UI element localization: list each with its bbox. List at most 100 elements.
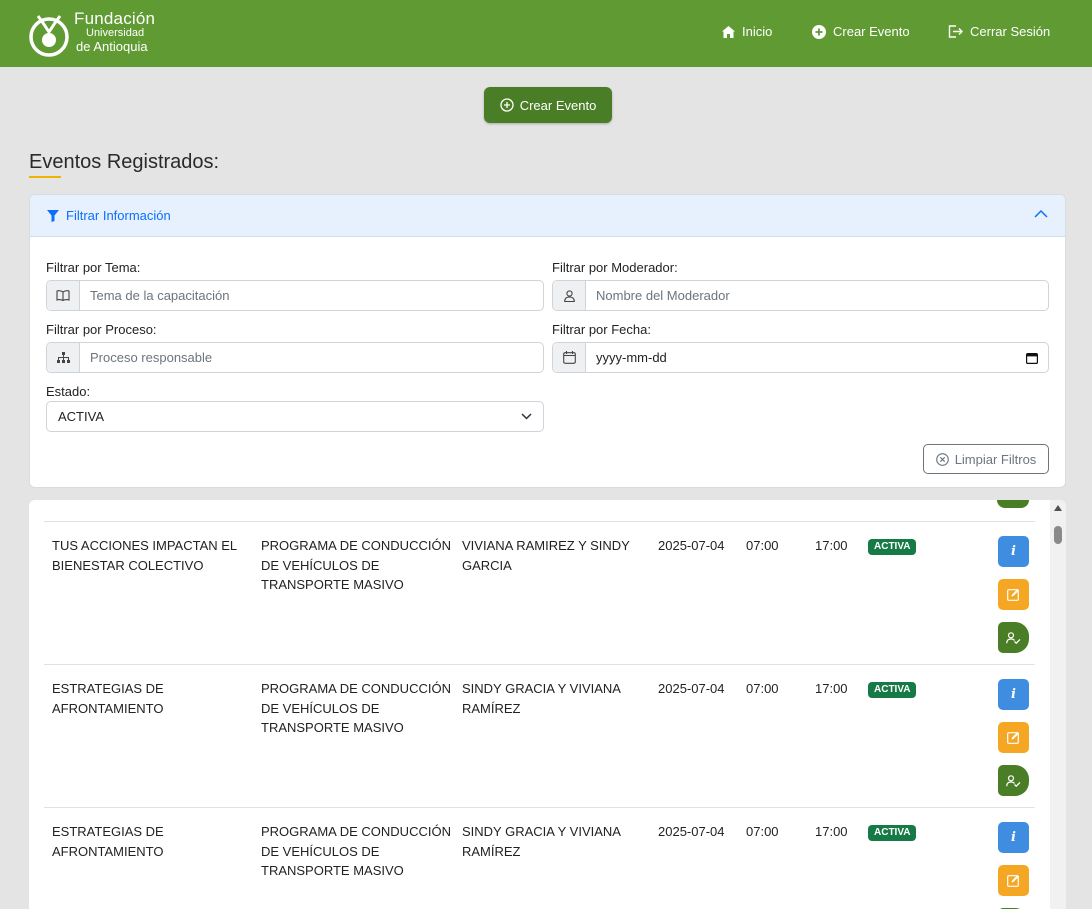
nav-inicio-link[interactable]: Inicio: [722, 24, 772, 39]
nav-cerrar-sesion-link[interactable]: Cerrar Sesión: [948, 24, 1050, 39]
cell-fecha: 2025-07-04: [658, 681, 725, 696]
logo-line-3: de Antioquia: [76, 39, 148, 54]
nav-crear-evento-label: Crear Evento: [833, 24, 910, 39]
cell-fecha: 2025-07-04: [658, 538, 725, 553]
calendar-icon[interactable]: [1026, 352, 1038, 364]
limpiar-filtros-label: Limpiar Filtros: [954, 451, 1037, 467]
table-row: ESTRATEGIAS DE AFRONTAMIENTO PROGRAMA DE…: [44, 807, 1035, 909]
fecha-value: yyyy-mm-dd: [596, 350, 667, 365]
scroll-thumb[interactable]: [1054, 526, 1062, 544]
nav-inicio-label: Inicio: [742, 24, 773, 39]
moderador-input-group: [552, 280, 1049, 311]
cell-moderador: SINDY GRACIA Y VIVIANA RAMÍREZ: [462, 681, 621, 716]
edit-icon: [1007, 732, 1019, 744]
tema-label: Filtrar por Tema:: [46, 260, 141, 275]
filter-icon: [47, 209, 59, 222]
cell-hora-fin: 17:00: [815, 824, 848, 839]
cell-moderador: VIVIANA RAMIREZ Y SINDY GARCIA: [462, 538, 630, 573]
crear-evento-button[interactable]: Crear Evento: [484, 87, 612, 123]
plus-circle-icon: [500, 98, 514, 112]
cell-moderador: SINDY GRACIA Y VIVIANA RAMÍREZ: [462, 824, 621, 859]
nav-cerrar-sesion-label: Cerrar Sesión: [970, 24, 1051, 39]
user-check-icon: [1006, 631, 1021, 644]
title-underline: [29, 176, 61, 178]
logo-wordmark: Fundación Universidad de Antioquia: [74, 10, 155, 53]
table-row: TUS ACCIONES IMPACTAN EL BIENESTAR COLEC…: [44, 521, 1035, 665]
proceso-addon: [47, 343, 80, 372]
filter-header-label: Filtrar Información: [66, 208, 171, 223]
proceso-input-group: [46, 342, 544, 373]
table-row: ESTRATEGIAS DE AFRONTAMIENTO PROGRAMA DE…: [44, 664, 1035, 808]
cell-programa: PROGRAMA DE CONDUCCIÓN DE VEHÍCULOS DE T…: [261, 824, 451, 878]
edit-icon: [1007, 589, 1019, 601]
info-icon: i: [1011, 687, 1016, 702]
x-circle-icon: [935, 452, 949, 466]
moderador-label: Filtrar por Moderador:: [552, 260, 678, 275]
partial-action-button[interactable]: [997, 500, 1029, 508]
cell-fecha: 2025-07-04: [658, 824, 725, 839]
fecha-addon: [553, 343, 586, 372]
tema-addon: [47, 281, 80, 310]
nav-crear-evento-link[interactable]: Crear Evento: [812, 24, 910, 39]
edit-button[interactable]: [998, 722, 1029, 753]
estado-select-value: ACTIVA: [58, 409, 104, 424]
cell-hora-inicio: 07:00: [746, 824, 779, 839]
moderador-input[interactable]: [586, 281, 1048, 310]
fecha-input-group: yyyy-mm-dd: [552, 342, 1049, 373]
fundacion-logo[interactable]: Fundación Universidad de Antioquia: [28, 8, 158, 60]
moderador-addon: [553, 281, 586, 310]
edit-button[interactable]: [998, 579, 1029, 610]
status-badge: ACTIVA: [868, 825, 917, 841]
chevron-up-icon: [1034, 209, 1048, 218]
status-badge: ACTIVA: [868, 682, 917, 698]
cell-hora-inicio: 07:00: [746, 538, 779, 553]
user-icon: [563, 289, 575, 302]
chevron-down-icon: [521, 413, 532, 420]
tema-input[interactable]: [80, 281, 543, 310]
events-table: TUS ACCIONES IMPACTAN EL BIENESTAR COLEC…: [29, 500, 1066, 909]
cell-tema: TUS ACCIONES IMPACTAN EL BIENESTAR COLEC…: [52, 538, 237, 573]
cell-hora-fin: 17:00: [815, 681, 848, 696]
plus-circle-icon: [812, 24, 826, 39]
book-icon: [56, 290, 70, 301]
crear-evento-label: Crear Evento: [519, 97, 597, 113]
cell-hora-inicio: 07:00: [746, 681, 779, 696]
filter-panel: Filtrar Información Filtrar por Tema: Fi…: [29, 194, 1066, 488]
scroll-up-arrow-icon[interactable]: [1054, 505, 1062, 511]
tema-input-group: [46, 280, 544, 311]
cell-tema: ESTRATEGIAS DE AFRONTAMIENTO: [52, 824, 164, 859]
edit-icon: [1007, 875, 1019, 887]
estado-select[interactable]: ACTIVA: [46, 401, 544, 432]
fecha-label: Filtrar por Fecha:: [552, 322, 651, 337]
cell-programa: PROGRAMA DE CONDUCCIÓN DE VEHÍCULOS DE T…: [261, 538, 451, 592]
cell-tema: ESTRATEGIAS DE AFRONTAMIENTO: [52, 681, 164, 716]
table-scrollbar[interactable]: [1050, 500, 1066, 909]
sitemap-icon: [56, 352, 70, 363]
proceso-label: Filtrar por Proceso:: [46, 322, 157, 337]
filter-accordion-header[interactable]: Filtrar Información: [30, 195, 1065, 237]
logo-line-1: Fundación: [74, 9, 156, 28]
info-button[interactable]: i: [998, 679, 1029, 710]
info-icon: i: [1011, 830, 1016, 845]
info-button[interactable]: i: [998, 822, 1029, 853]
logo-line-2: Universidad: [86, 27, 145, 39]
home-icon: [722, 25, 735, 38]
info-button[interactable]: i: [998, 536, 1029, 567]
limpiar-filtros-button[interactable]: Limpiar Filtros: [923, 444, 1049, 474]
fecha-input[interactable]: yyyy-mm-dd: [586, 343, 1048, 372]
logout-icon: [948, 25, 963, 38]
attendance-button[interactable]: [998, 622, 1029, 653]
proceso-input[interactable]: [80, 343, 543, 372]
estado-label: Estado:: [46, 384, 91, 399]
cell-programa: PROGRAMA DE CONDUCCIÓN DE VEHÍCULOS DE T…: [261, 681, 451, 735]
fundacion-logo-icon: [29, 15, 69, 57]
cell-hora-fin: 17:00: [815, 538, 848, 553]
page-title: Eventos Registrados:: [29, 151, 220, 173]
attendance-button[interactable]: [998, 765, 1029, 796]
calendar-icon: [562, 351, 576, 364]
edit-button[interactable]: [998, 865, 1029, 896]
user-check-icon: [1006, 774, 1021, 787]
info-icon: i: [1011, 544, 1016, 559]
top-navbar: Fundación Universidad de Antioquia Inici…: [0, 0, 1092, 67]
status-badge: ACTIVA: [868, 539, 917, 555]
